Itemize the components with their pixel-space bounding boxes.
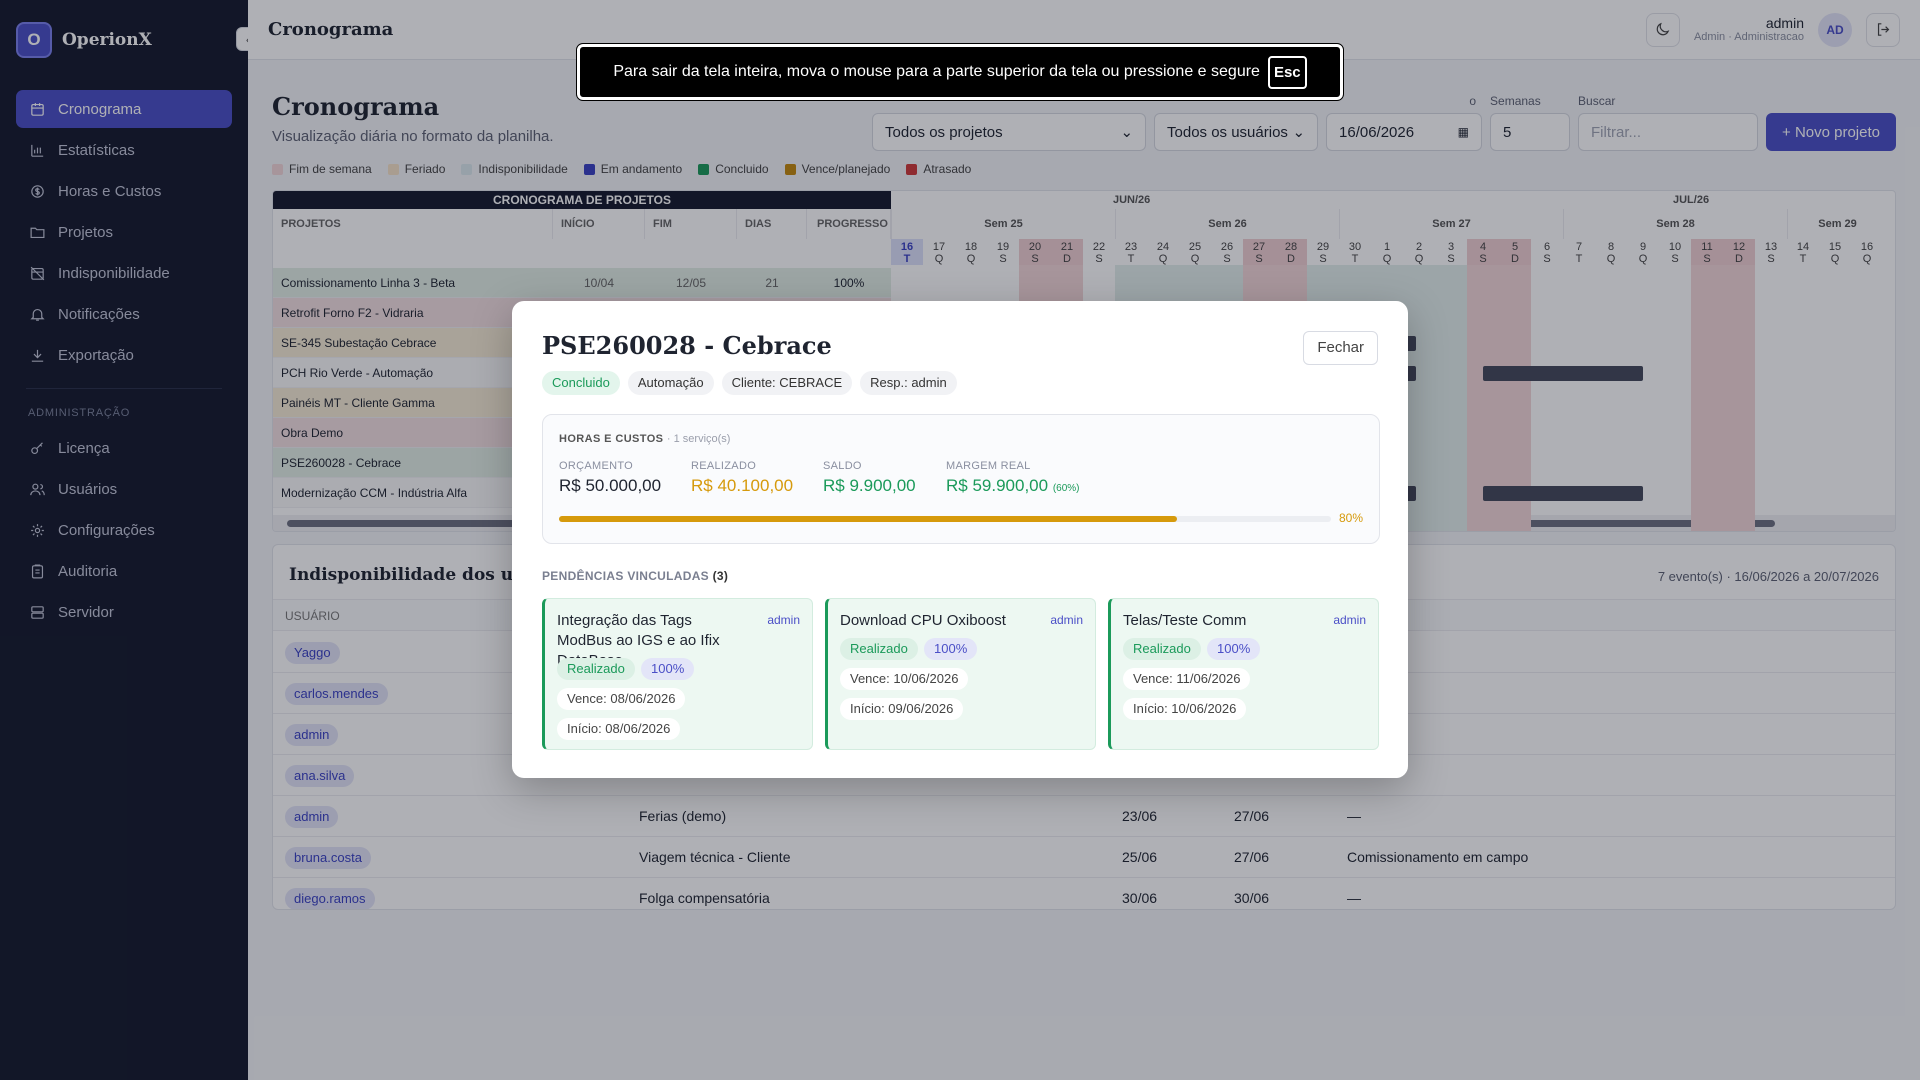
realized-stat: REALIZADO R$ 40.100,00 — [691, 460, 793, 496]
cost-progress-label: 80% — [1338, 511, 1363, 525]
margin-value: R$ 59.900,00 — [946, 476, 1049, 495]
budget-value: R$ 50.000,00 — [559, 476, 662, 495]
pending-due: Vence: 10/06/2026 — [840, 668, 969, 690]
status-badge: Concluido — [542, 371, 620, 395]
fullscreen-message: Para sair da tela inteira, mova o mouse … — [613, 63, 1260, 80]
pending-card[interactable]: Integração das Tags ModBus ao IGS e ao I… — [542, 598, 813, 750]
close-button[interactable]: Fechar — [1303, 331, 1378, 365]
pending-start: Início: 09/06/2026 — [840, 698, 964, 720]
pending-percent: 100% — [1207, 638, 1261, 660]
pending-start: Início: 10/06/2026 — [1123, 698, 1247, 720]
client-chip: Cliente: CEBRACE — [721, 371, 853, 395]
pending-card[interactable]: Download CPU Oxiboost admin Realizado 10… — [825, 598, 1096, 750]
pending-count: (3) — [712, 569, 729, 583]
costs-title-text: HORAS E CUSTOS — [559, 433, 664, 445]
realized-label: REALIZADO — [691, 460, 757, 472]
pending-responsible: admin — [767, 613, 800, 627]
pending-title: Download CPU Oxiboost — [840, 612, 1006, 629]
budget-label: ORÇAMENTO — [559, 460, 634, 472]
pending-responsible: admin — [1333, 613, 1366, 627]
costs-subtitle: · 1 serviço(s) — [666, 433, 731, 445]
category-chip: Automação — [627, 371, 714, 395]
pending-due: Vence: 08/06/2026 — [557, 688, 686, 710]
costs-panel: HORAS E CUSTOS · 1 serviço(s) ORÇAMENTO … — [542, 414, 1380, 544]
balance-stat: SALDO R$ 9.900,00 — [823, 460, 916, 496]
fullscreen-notice: Para sair da tela inteira, mova o mouse … — [576, 43, 1344, 101]
budget-stat: ORÇAMENTO R$ 50.000,00 — [559, 460, 661, 496]
costs-title: HORAS E CUSTOS · 1 serviço(s) — [559, 433, 730, 445]
realized-value: R$ 40.100,00 — [691, 476, 794, 495]
margin-label: MARGEM REAL — [946, 460, 1031, 472]
cost-progress-bar — [559, 516, 1331, 522]
pending-percent: 100% — [641, 658, 695, 680]
pending-title-text: PENDÊNCIAS VINCULADAS — [542, 569, 709, 583]
modal-title: PSE260028 - Cebrace — [542, 331, 832, 360]
pending-due: Vence: 11/06/2026 — [1123, 668, 1251, 690]
balance-value: R$ 9.900,00 — [823, 476, 916, 495]
pending-status: Realizado — [1123, 638, 1201, 660]
pending-title: Telas/Teste Comm — [1123, 612, 1247, 629]
cost-progress-fill — [559, 516, 1177, 522]
pending-status: Realizado — [840, 638, 918, 660]
margin-percent: (60%) — [1052, 483, 1080, 494]
pending-start: Início: 08/06/2026 — [557, 718, 681, 740]
balance-label: SALDO — [823, 460, 862, 472]
margin-stat: MARGEM REAL R$ 59.900,00 (60%) — [946, 460, 1080, 496]
esc-key: Esc — [1267, 55, 1307, 89]
project-modal: PSE260028 - Cebrace Fechar Concluido Aut… — [512, 301, 1408, 778]
pending-title: PENDÊNCIAS VINCULADAS (3) — [542, 569, 728, 583]
pending-card[interactable]: Telas/Teste Comm admin Realizado 100% Ve… — [1108, 598, 1379, 750]
pending-status: Realizado — [557, 658, 635, 680]
responsible-chip: Resp.: admin — [860, 371, 957, 395]
pending-percent: 100% — [924, 638, 978, 660]
pending-responsible: admin — [1050, 613, 1083, 627]
